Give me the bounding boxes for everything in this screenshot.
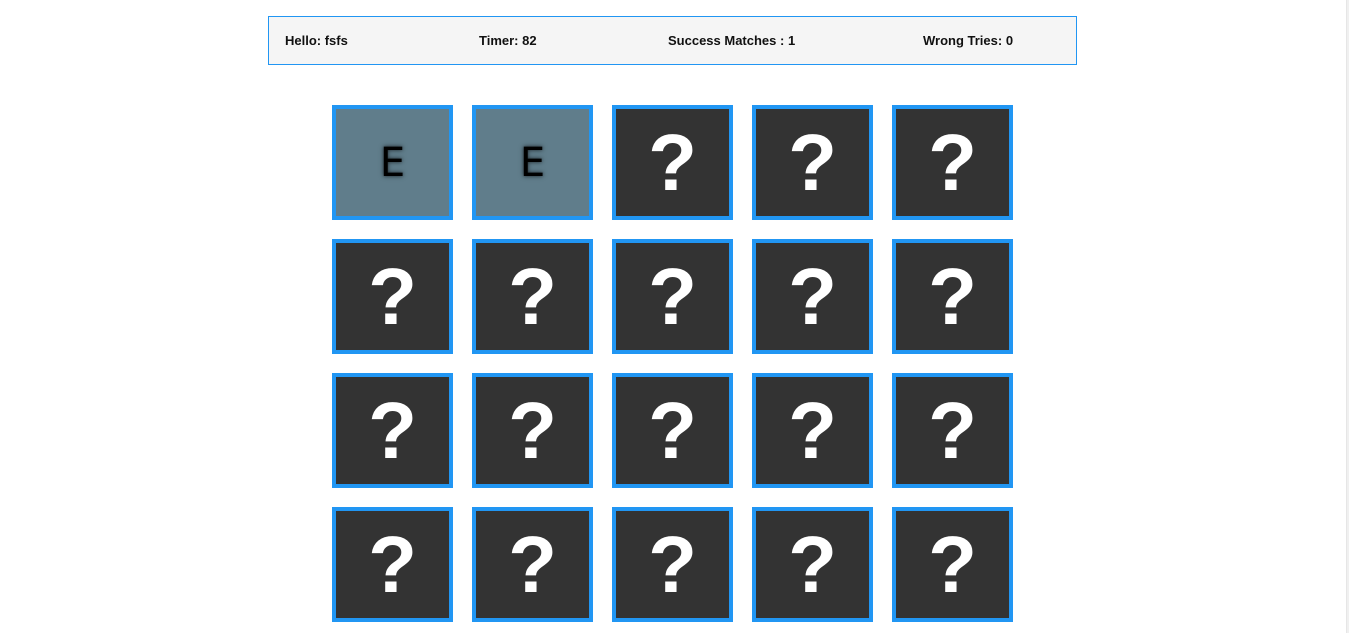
card-question-mark: ? bbox=[788, 385, 837, 475]
memory-card-hidden[interactable]: ? bbox=[892, 105, 1013, 220]
card-question-mark: ? bbox=[648, 117, 697, 207]
card-face-letter: E bbox=[379, 139, 406, 186]
success-matches-count: Success Matches : 1 bbox=[668, 33, 796, 48]
card-question-mark: ? bbox=[928, 117, 977, 207]
memory-card-hidden[interactable]: ? bbox=[612, 239, 733, 354]
memory-card-hidden[interactable]: ? bbox=[892, 239, 1013, 354]
card-question-mark: ? bbox=[648, 385, 697, 475]
memory-card-hidden[interactable]: ? bbox=[472, 507, 593, 622]
card-question-mark: ? bbox=[648, 251, 697, 341]
card-question-mark: ? bbox=[788, 251, 837, 341]
card-question-mark: ? bbox=[368, 251, 417, 341]
timer-display: Timer: 82 bbox=[479, 33, 537, 48]
card-question-mark: ? bbox=[508, 385, 557, 475]
memory-card-flipped[interactable]: E bbox=[472, 105, 593, 220]
memory-card-hidden[interactable]: ? bbox=[332, 373, 453, 488]
card-question-mark: ? bbox=[928, 385, 977, 475]
card-question-mark: ? bbox=[648, 519, 697, 609]
memory-card-hidden[interactable]: ? bbox=[472, 373, 593, 488]
card-question-mark: ? bbox=[368, 519, 417, 609]
card-question-mark: ? bbox=[788, 519, 837, 609]
card-question-mark: ? bbox=[928, 251, 977, 341]
memory-card-hidden[interactable]: ? bbox=[332, 239, 453, 354]
card-question-mark: ? bbox=[928, 519, 977, 609]
card-question-mark: ? bbox=[508, 519, 557, 609]
wrong-tries-count: Wrong Tries: 0 bbox=[923, 33, 1014, 48]
memory-card-hidden[interactable]: ? bbox=[612, 373, 733, 488]
memory-card-board: E E?????????????????? bbox=[332, 105, 1013, 622]
game-info-bar: Hello: fsfs Timer: 82 Success Matches : … bbox=[268, 16, 1077, 65]
card-face-letter: E bbox=[519, 139, 546, 186]
memory-card-hidden[interactable]: ? bbox=[752, 373, 873, 488]
memory-card-hidden[interactable]: ? bbox=[612, 105, 733, 220]
card-question-mark: ? bbox=[788, 117, 837, 207]
player-greeting: Hello: fsfs bbox=[285, 33, 348, 48]
memory-card-flipped[interactable]: E bbox=[332, 105, 453, 220]
card-question-mark: ? bbox=[368, 385, 417, 475]
card-question-mark: ? bbox=[508, 251, 557, 341]
memory-card-hidden[interactable]: ? bbox=[892, 507, 1013, 622]
memory-card-hidden[interactable]: ? bbox=[752, 105, 873, 220]
memory-card-hidden[interactable]: ? bbox=[752, 507, 873, 622]
memory-card-hidden[interactable]: ? bbox=[332, 507, 453, 622]
memory-card-hidden[interactable]: ? bbox=[612, 507, 733, 622]
memory-card-hidden[interactable]: ? bbox=[752, 239, 873, 354]
memory-card-hidden[interactable]: ? bbox=[472, 239, 593, 354]
memory-card-hidden[interactable]: ? bbox=[892, 373, 1013, 488]
